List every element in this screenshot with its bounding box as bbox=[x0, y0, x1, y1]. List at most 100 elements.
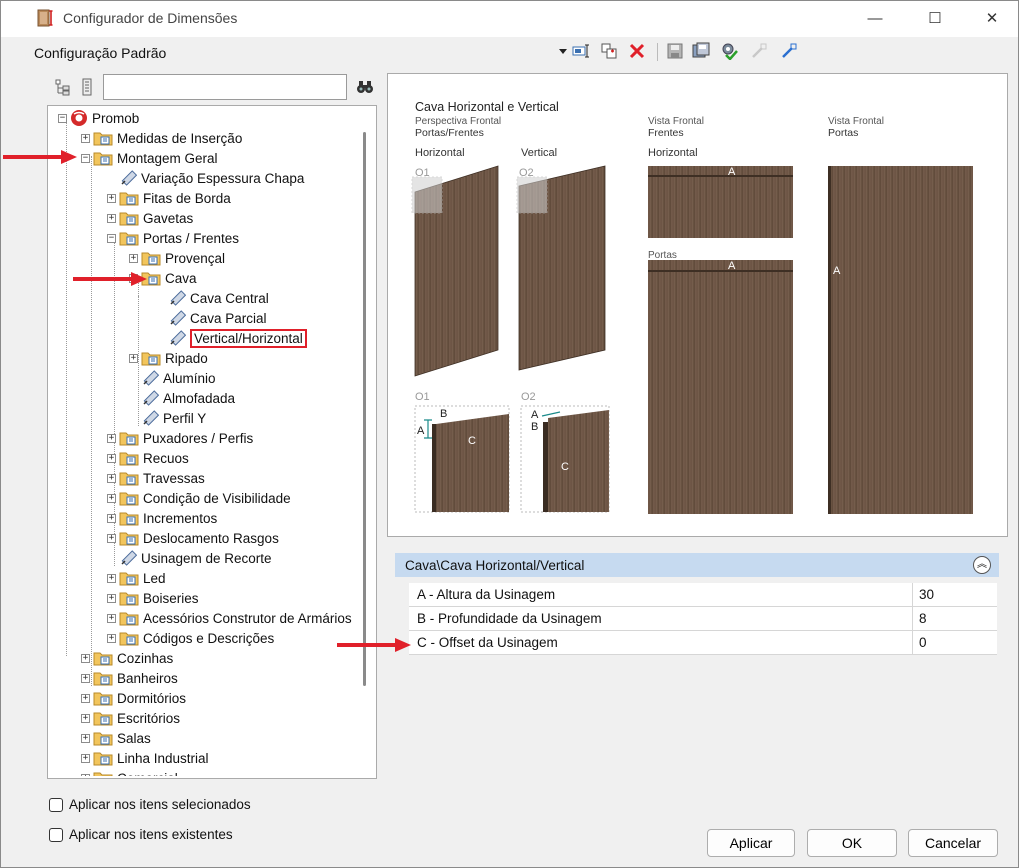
tree-node-label[interactable]: Banheiros bbox=[117, 671, 178, 686]
property-value[interactable]: 0 bbox=[913, 631, 997, 654]
tree-node-label[interactable]: Usinagem de Recorte bbox=[141, 551, 272, 566]
expand-icon[interactable]: + bbox=[81, 753, 90, 763]
tree-node-label[interactable]: Portas / Frentes bbox=[143, 231, 239, 246]
tree-node-label[interactable]: Puxadores / Perfis bbox=[143, 431, 253, 446]
expand-icon[interactable]: + bbox=[81, 713, 90, 723]
property-value[interactable]: 30 bbox=[913, 583, 997, 606]
tree-node-label[interactable]: Códigos e Descrições bbox=[143, 631, 274, 646]
close-button[interactable]: ✕ bbox=[969, 1, 1015, 35]
copy-config-icon[interactable] bbox=[599, 41, 619, 61]
expand-icon[interactable]: + bbox=[81, 653, 90, 663]
expand-icon[interactable]: + bbox=[107, 213, 116, 223]
tree-node-label[interactable]: Fitas de Borda bbox=[143, 191, 231, 206]
settings-icon[interactable] bbox=[719, 41, 739, 61]
tree-node-label[interactable]: Boiseries bbox=[143, 591, 199, 606]
tree-node-label[interactable]: Cava Parcial bbox=[190, 311, 267, 326]
tree-node[interactable]: + Led bbox=[107, 568, 166, 588]
tree-node[interactable]: + Comercial bbox=[81, 768, 178, 777]
collapse-up-icon[interactable]: ︽ bbox=[973, 556, 991, 574]
tree-node-label[interactable]: Acessórios Construtor de Armários bbox=[143, 611, 352, 626]
expand-icon[interactable]: + bbox=[81, 733, 90, 743]
tree-node[interactable]: Cava Central bbox=[156, 288, 269, 308]
expand-icon[interactable]: + bbox=[107, 493, 116, 503]
collapse-icon[interactable]: − bbox=[58, 113, 67, 123]
expand-icon[interactable]: + bbox=[107, 613, 116, 623]
tree-node-label[interactable]: Almofadada bbox=[163, 391, 235, 406]
delete-icon[interactable] bbox=[627, 41, 647, 61]
expand-icon[interactable]: + bbox=[107, 593, 116, 603]
tree-node[interactable]: + Recuos bbox=[107, 448, 189, 468]
apply-existing-checkbox[interactable]: Aplicar nos itens existentes bbox=[49, 827, 233, 842]
tree-node[interactable]: + Dormitórios bbox=[81, 688, 186, 708]
tree-node[interactable]: + Incrementos bbox=[107, 508, 217, 528]
collapse-icon[interactable]: − bbox=[81, 153, 90, 163]
expand-icon[interactable]: + bbox=[107, 193, 116, 203]
tree-node[interactable]: + Cozinhas bbox=[81, 648, 173, 668]
tree-node[interactable]: Alumínio bbox=[129, 368, 216, 388]
tree-node-label[interactable]: Variação Espessura Chapa bbox=[141, 171, 304, 186]
tree-view[interactable]: − Promob + Medidas de Inserção − Montagem Ger… bbox=[47, 105, 377, 779]
expand-icon[interactable]: + bbox=[81, 673, 90, 683]
tree-node-label[interactable]: Dormitórios bbox=[117, 691, 186, 706]
tree-node-label[interactable]: Salas bbox=[117, 731, 151, 746]
expand-icon[interactable]: + bbox=[107, 573, 116, 583]
tree-node[interactable]: + Fitas de Borda bbox=[107, 188, 231, 208]
tree-node-label[interactable]: Travessas bbox=[143, 471, 205, 486]
tree-node-label[interactable]: Medidas de Inserção bbox=[117, 131, 242, 146]
property-value[interactable]: 8 bbox=[913, 607, 997, 630]
tree-node[interactable]: Cava Parcial bbox=[156, 308, 267, 328]
expand-icon[interactable]: + bbox=[81, 693, 90, 703]
tree-node[interactable]: + Condição de Visibilidade bbox=[107, 488, 291, 508]
search-input[interactable] bbox=[103, 74, 347, 100]
tree-node[interactable]: + Ripado bbox=[129, 348, 208, 368]
apply-selected-checkbox[interactable]: Aplicar nos itens selecionados bbox=[49, 797, 251, 812]
expand-icon[interactable]: + bbox=[129, 353, 138, 363]
tree-node-label[interactable]: Condição de Visibilidade bbox=[143, 491, 291, 506]
tree-node-label[interactable]: Vertical/Horizontal bbox=[190, 328, 307, 348]
tree-node[interactable]: − Montagem Geral bbox=[81, 148, 218, 168]
dropdown-icon[interactable] bbox=[553, 41, 573, 61]
tree-node[interactable]: Almofadada bbox=[129, 388, 235, 408]
import-icon[interactable] bbox=[779, 41, 799, 61]
tree-node[interactable]: + Linha Industrial bbox=[81, 748, 209, 768]
collapse-all-icon[interactable] bbox=[77, 77, 97, 97]
tree-node-label[interactable]: Comercial bbox=[117, 771, 178, 777]
tree-node[interactable]: + Acessórios Construtor de Armários bbox=[107, 608, 352, 628]
minimize-button[interactable]: — bbox=[852, 1, 898, 35]
tree-node[interactable]: Variação Espessura Chapa bbox=[107, 168, 304, 188]
tree-node-label[interactable]: Deslocamento Rasgos bbox=[143, 531, 279, 546]
cancel-button[interactable]: Cancelar bbox=[908, 829, 998, 857]
tree-node[interactable]: − Portas / Frentes bbox=[107, 228, 239, 248]
tree-node[interactable]: − Promob bbox=[58, 108, 139, 128]
tree-node-label[interactable]: Alumínio bbox=[163, 371, 216, 386]
checkbox-box[interactable] bbox=[49, 827, 63, 842]
tree-node[interactable]: + Escritórios bbox=[81, 708, 180, 728]
tree-node-label[interactable]: Cava bbox=[165, 271, 197, 286]
rename-icon[interactable] bbox=[571, 41, 591, 61]
tree-scrollbar[interactable] bbox=[363, 132, 366, 686]
checkbox-box[interactable] bbox=[49, 797, 63, 812]
tree-node[interactable]: + Puxadores / Perfis bbox=[107, 428, 253, 448]
property-row-c[interactable]: C - Offset da Usinagem 0 bbox=[409, 631, 997, 655]
property-row-a[interactable]: A - Altura da Usinagem 30 bbox=[409, 583, 997, 607]
tree-node[interactable]: + Deslocamento Rasgos bbox=[107, 528, 279, 548]
tree-node-label[interactable]: Cava Central bbox=[190, 291, 269, 306]
expand-icon[interactable]: + bbox=[107, 533, 116, 543]
tree-node[interactable]: + Banheiros bbox=[81, 668, 178, 688]
tree-node[interactable]: Usinagem de Recorte bbox=[107, 548, 272, 568]
maximize-button[interactable]: ☐ bbox=[912, 1, 958, 35]
tree-node[interactable]: + Gavetas bbox=[107, 208, 193, 228]
expand-icon[interactable]: + bbox=[107, 453, 116, 463]
expand-icon[interactable]: + bbox=[81, 133, 90, 143]
expand-icon[interactable]: + bbox=[107, 473, 116, 483]
expand-all-icon[interactable] bbox=[53, 77, 73, 97]
tree-node-label[interactable]: Linha Industrial bbox=[117, 751, 209, 766]
tree-node-label[interactable]: Led bbox=[143, 571, 166, 586]
tree-node-label[interactable]: Perfil Y bbox=[163, 411, 206, 426]
tree-node[interactable]: + Boiseries bbox=[107, 588, 199, 608]
export-icon[interactable] bbox=[749, 41, 769, 61]
tree-node-label[interactable]: Promob bbox=[92, 111, 139, 126]
tree-node[interactable]: + Salas bbox=[81, 728, 151, 748]
ok-button[interactable]: OK bbox=[807, 829, 897, 857]
save-icon[interactable] bbox=[665, 41, 685, 61]
